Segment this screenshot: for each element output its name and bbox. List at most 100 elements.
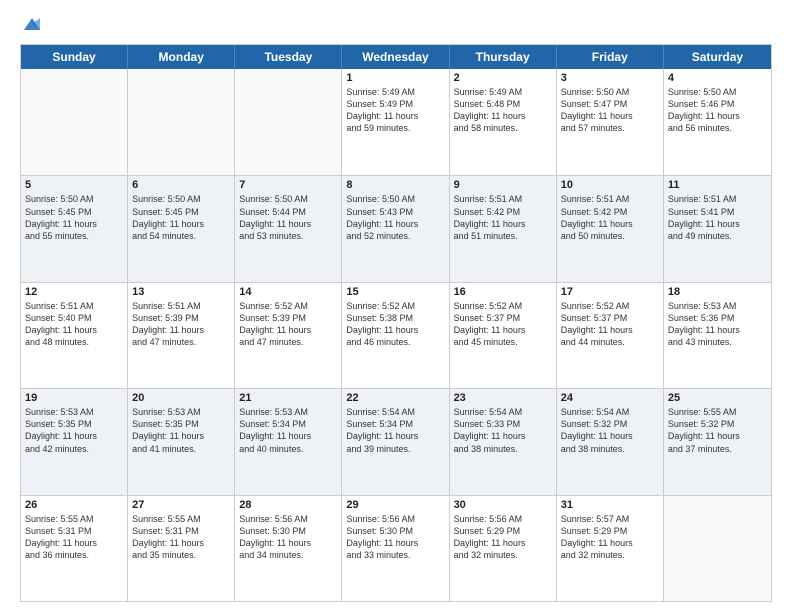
empty-cell	[21, 69, 128, 175]
day-info: Sunrise: 5:51 AM Sunset: 5:39 PM Dayligh…	[132, 300, 230, 349]
day-header-monday: Monday	[128, 45, 235, 69]
day-number: 21	[239, 392, 337, 404]
day-number: 31	[561, 499, 659, 511]
day-info: Sunrise: 5:53 AM Sunset: 5:35 PM Dayligh…	[25, 406, 123, 455]
day-info: Sunrise: 5:54 AM Sunset: 5:34 PM Dayligh…	[346, 406, 444, 455]
calendar-week-4: 19 Sunrise: 5:53 AM Sunset: 5:35 PM Dayli…	[21, 388, 771, 494]
day-number: 11	[668, 179, 767, 191]
day-number: 7	[239, 179, 337, 191]
day-cell-23: 23 Sunrise: 5:54 AM Sunset: 5:33 PM Dayli…	[450, 389, 557, 494]
day-info: Sunrise: 5:50 AM Sunset: 5:45 PM Dayligh…	[132, 193, 230, 242]
empty-cell	[235, 69, 342, 175]
day-cell-1: 1 Sunrise: 5:49 AM Sunset: 5:49 PM Daylig…	[342, 69, 449, 175]
day-number: 10	[561, 179, 659, 191]
day-info: Sunrise: 5:53 AM Sunset: 5:34 PM Dayligh…	[239, 406, 337, 455]
day-info: Sunrise: 5:52 AM Sunset: 5:39 PM Dayligh…	[239, 300, 337, 349]
day-number: 26	[25, 499, 123, 511]
day-info: Sunrise: 5:54 AM Sunset: 5:33 PM Dayligh…	[454, 406, 552, 455]
day-number: 23	[454, 392, 552, 404]
day-number: 4	[668, 72, 767, 84]
day-cell-24: 24 Sunrise: 5:54 AM Sunset: 5:32 PM Dayli…	[557, 389, 664, 494]
day-info: Sunrise: 5:50 AM Sunset: 5:45 PM Dayligh…	[25, 193, 123, 242]
day-cell-8: 8Sunrise: 5:50 AM Sunset: 5:43 PM Daylig…	[342, 176, 449, 281]
day-cell-19: 19 Sunrise: 5:53 AM Sunset: 5:35 PM Dayli…	[21, 389, 128, 494]
day-info: Sunrise: 5:51 AM Sunset: 5:40 PM Dayligh…	[25, 300, 123, 349]
day-number: 19	[25, 392, 123, 404]
day-number: 24	[561, 392, 659, 404]
day-cell-27: 27Sunrise: 5:55 AM Sunset: 5:31 PM Dayli…	[128, 496, 235, 601]
calendar-week-3: 12 Sunrise: 5:51 AM Sunset: 5:40 PM Dayli…	[21, 282, 771, 388]
day-info: Sunrise: 5:51 AM Sunset: 5:42 PM Dayligh…	[561, 193, 659, 242]
calendar-body: 1 Sunrise: 5:49 AM Sunset: 5:49 PM Daylig…	[21, 69, 771, 601]
day-number: 18	[668, 286, 767, 298]
day-header-tuesday: Tuesday	[235, 45, 342, 69]
day-cell-15: 15Sunrise: 5:52 AM Sunset: 5:38 PM Dayli…	[342, 283, 449, 388]
day-info: Sunrise: 5:54 AM Sunset: 5:32 PM Dayligh…	[561, 406, 659, 455]
day-info: Sunrise: 5:50 AM Sunset: 5:46 PM Dayligh…	[668, 86, 767, 135]
day-info: Sunrise: 5:56 AM Sunset: 5:30 PM Dayligh…	[346, 513, 444, 562]
day-cell-6: 6 Sunrise: 5:50 AM Sunset: 5:45 PM Daylig…	[128, 176, 235, 281]
day-info: Sunrise: 5:56 AM Sunset: 5:29 PM Dayligh…	[454, 513, 552, 562]
day-number: 3	[561, 72, 659, 84]
day-number: 1	[346, 72, 444, 84]
day-header-friday: Friday	[557, 45, 664, 69]
day-info: Sunrise: 5:53 AM Sunset: 5:35 PM Dayligh…	[132, 406, 230, 455]
day-info: Sunrise: 5:52 AM Sunset: 5:37 PM Dayligh…	[561, 300, 659, 349]
day-cell-31: 31 Sunrise: 5:57 AM Sunset: 5:29 PM Dayli…	[557, 496, 664, 601]
empty-cell	[128, 69, 235, 175]
day-number: 27	[132, 499, 230, 511]
day-number: 30	[454, 499, 552, 511]
day-info: Sunrise: 5:52 AM Sunset: 5:38 PM Dayligh…	[346, 300, 444, 349]
day-number: 22	[346, 392, 444, 404]
day-info: Sunrise: 5:50 AM Sunset: 5:43 PM Dayligh…	[346, 193, 444, 242]
day-number: 29	[346, 499, 444, 511]
day-info: Sunrise: 5:50 AM Sunset: 5:47 PM Dayligh…	[561, 86, 659, 135]
day-info: Sunrise: 5:53 AM Sunset: 5:36 PM Dayligh…	[668, 300, 767, 349]
day-info: Sunrise: 5:52 AM Sunset: 5:37 PM Dayligh…	[454, 300, 552, 349]
page-header	[20, 18, 772, 34]
day-cell-26: 26 Sunrise: 5:55 AM Sunset: 5:31 PM Dayli…	[21, 496, 128, 601]
day-cell-21: 21 Sunrise: 5:53 AM Sunset: 5:34 PM Dayli…	[235, 389, 342, 494]
day-number: 28	[239, 499, 337, 511]
day-cell-17: 17Sunrise: 5:52 AM Sunset: 5:37 PM Dayli…	[557, 283, 664, 388]
day-cell-28: 28Sunrise: 5:56 AM Sunset: 5:30 PM Dayli…	[235, 496, 342, 601]
day-cell-30: 30 Sunrise: 5:56 AM Sunset: 5:29 PM Dayli…	[450, 496, 557, 601]
day-cell-9: 9Sunrise: 5:51 AM Sunset: 5:42 PM Daylig…	[450, 176, 557, 281]
day-cell-20: 20 Sunrise: 5:53 AM Sunset: 5:35 PM Dayli…	[128, 389, 235, 494]
day-number: 14	[239, 286, 337, 298]
day-info: Sunrise: 5:55 AM Sunset: 5:31 PM Dayligh…	[25, 513, 123, 562]
day-cell-13: 13 Sunrise: 5:51 AM Sunset: 5:39 PM Dayli…	[128, 283, 235, 388]
day-cell-29: 29 Sunrise: 5:56 AM Sunset: 5:30 PM Dayli…	[342, 496, 449, 601]
day-cell-11: 11Sunrise: 5:51 AM Sunset: 5:41 PM Dayli…	[664, 176, 771, 281]
day-number: 12	[25, 286, 123, 298]
day-info: Sunrise: 5:57 AM Sunset: 5:29 PM Dayligh…	[561, 513, 659, 562]
day-cell-25: 25 Sunrise: 5:55 AM Sunset: 5:32 PM Dayli…	[664, 389, 771, 494]
day-info: Sunrise: 5:49 AM Sunset: 5:49 PM Dayligh…	[346, 86, 444, 135]
day-header-saturday: Saturday	[664, 45, 771, 69]
calendar-week-2: 5Sunrise: 5:50 AM Sunset: 5:45 PM Daylig…	[21, 175, 771, 281]
calendar: SundayMondayTuesdayWednesdayThursdayFrid…	[20, 44, 772, 602]
day-cell-16: 16 Sunrise: 5:52 AM Sunset: 5:37 PM Dayli…	[450, 283, 557, 388]
day-cell-22: 22 Sunrise: 5:54 AM Sunset: 5:34 PM Dayli…	[342, 389, 449, 494]
day-cell-14: 14 Sunrise: 5:52 AM Sunset: 5:39 PM Dayli…	[235, 283, 342, 388]
day-cell-12: 12 Sunrise: 5:51 AM Sunset: 5:40 PM Dayli…	[21, 283, 128, 388]
day-number: 2	[454, 72, 552, 84]
day-info: Sunrise: 5:55 AM Sunset: 5:32 PM Dayligh…	[668, 406, 767, 455]
day-number: 6	[132, 179, 230, 191]
day-number: 25	[668, 392, 767, 404]
day-cell-10: 10 Sunrise: 5:51 AM Sunset: 5:42 PM Dayli…	[557, 176, 664, 281]
day-number: 13	[132, 286, 230, 298]
day-number: 16	[454, 286, 552, 298]
day-number: 20	[132, 392, 230, 404]
day-cell-4: 4 Sunrise: 5:50 AM Sunset: 5:46 PM Daylig…	[664, 69, 771, 175]
day-cell-18: 18 Sunrise: 5:53 AM Sunset: 5:36 PM Dayli…	[664, 283, 771, 388]
day-header-sunday: Sunday	[21, 45, 128, 69]
day-number: 9	[454, 179, 552, 191]
day-cell-3: 3 Sunrise: 5:50 AM Sunset: 5:47 PM Daylig…	[557, 69, 664, 175]
calendar-header: SundayMondayTuesdayWednesdayThursdayFrid…	[21, 45, 771, 69]
logo	[20, 18, 42, 34]
day-header-wednesday: Wednesday	[342, 45, 449, 69]
day-info: Sunrise: 5:50 AM Sunset: 5:44 PM Dayligh…	[239, 193, 337, 242]
day-header-thursday: Thursday	[450, 45, 557, 69]
day-cell-5: 5Sunrise: 5:50 AM Sunset: 5:45 PM Daylig…	[21, 176, 128, 281]
